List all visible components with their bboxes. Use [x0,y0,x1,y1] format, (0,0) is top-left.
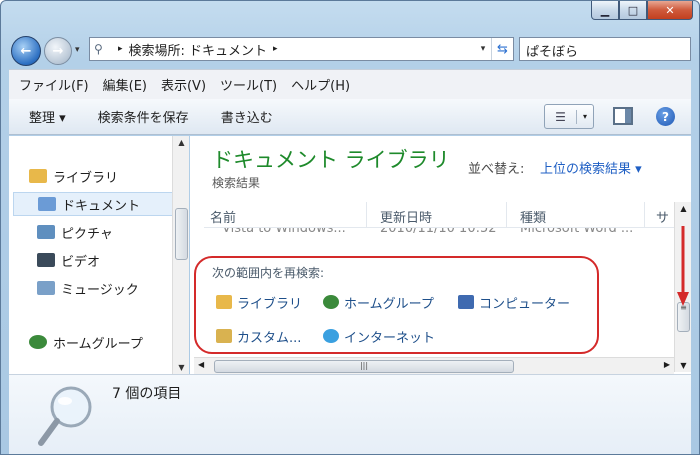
details-pane: 7 個の項目 [9,374,691,454]
help-icon[interactable]: ? [656,107,675,126]
forward-arrow-icon: → [52,43,64,59]
homegroup-icon [29,335,47,349]
cell-date: 2010/11/10 10:52 [380,228,497,236]
sidebar-item-label: ドキュメント [62,198,141,214]
refresh-icon[interactable]: ⇆ [491,38,513,60]
documents-icon [38,197,56,211]
library-icon [216,295,232,309]
address-dropdown-icon[interactable]: ▾ [475,44,491,54]
view-dropdown-icon[interactable]: ▾ [577,112,593,121]
research-homegroup-link[interactable]: ホームグループ [323,292,434,312]
content-pane: ドキュメント ライブラリ 検索結果 並べ替え: 上位の検索結果 ▾ 名前 更新日… [190,136,691,374]
close-button[interactable]: ✕ [647,1,693,20]
sort-dropdown[interactable]: 上位の検索結果 ▾ [540,158,642,177]
scroll-right-icon[interactable]: ▶ [664,360,670,369]
recent-pages-dropdown[interactable]: ▾ [75,45,80,55]
back-button[interactable]: ← [11,36,41,66]
annotation-arrow-icon [677,226,689,306]
research-item-label: インターネット [344,330,436,346]
sidebar-item-label: ピクチャ [61,226,113,242]
item-count: 7 個の項目 [112,386,182,402]
custom-folder-icon [216,329,232,343]
sidebar-item-label: ビデオ [61,254,101,270]
library-subtitle: 検索結果 [212,176,261,190]
address-bar[interactable]: ⚲ ▸ 検索場所: ドキュメント ▸ ▾ ⇆ [89,37,514,61]
column-headers: 名前 更新日時 種類 サ [204,202,674,228]
library-icon [29,169,47,183]
horizontal-scrollbar[interactable]: ◀ ||| ▶ [194,357,674,374]
scroll-up-icon[interactable]: ▲ [675,204,692,213]
window-controls: ▁ □ ✕ [591,1,693,20]
menu-bar: ファイル(F) 編集(E) 表示(V) ツール(T) ヘルプ(H) [9,69,691,99]
research-item-label: コンピューター [479,296,571,312]
horizontal-scroll-thumb[interactable]: ||| [214,360,514,373]
cell-type: Microsoft Word ... [520,228,634,236]
nav-scroll-thumb[interactable] [175,208,188,260]
pictures-icon [37,225,55,239]
library-title: ドキュメント ライブラリ [212,148,450,172]
preview-pane-icon[interactable] [613,107,633,125]
column-type[interactable]: 種類 [520,207,546,226]
scroll-left-icon[interactable]: ◀ [198,360,204,369]
sidebar-item-libraries[interactable]: ライブラリ [29,164,193,188]
burn-button[interactable]: 書き込む [221,107,273,126]
breadcrumb-separator-icon[interactable]: ▸ [118,44,123,54]
internet-explorer-icon [323,329,339,343]
forward-button[interactable]: → [44,37,72,65]
table-row[interactable]: Vista to Windows... 2010/11/10 10:52 Mic… [204,228,674,240]
search-input[interactable]: ぱそぼら [519,37,691,61]
sidebar-item-documents[interactable]: ドキュメント [13,192,177,216]
search-location-icon: ⚲ [94,42,103,56]
menu-edit[interactable]: 編集(E) [103,75,147,94]
column-name[interactable]: 名前 [210,207,236,226]
menu-file[interactable]: ファイル(F) [19,75,89,94]
menu-view[interactable]: 表示(V) [161,75,206,94]
research-item-label: ホームグループ [344,296,434,312]
scroll-up-icon[interactable]: ▲ [173,138,190,147]
nav-scrollbar[interactable]: ▲ ▼ [172,136,189,374]
sidebar-item-label: ミュージック [61,282,139,298]
column-date-modified[interactable]: 更新日時 [380,207,432,226]
homegroup-icon [323,295,339,309]
sidebar-item-homegroup[interactable]: ホームグループ [29,330,193,354]
research-internet-link[interactable]: インターネット [323,326,435,346]
music-icon [37,281,55,295]
menu-tools[interactable]: ツール(T) [220,75,277,94]
scroll-down-icon[interactable]: ▼ [675,361,692,370]
back-arrow-icon: ← [20,43,32,59]
computer-icon [458,295,474,309]
scroll-down-icon[interactable]: ▼ [173,363,190,372]
menu-help[interactable]: ヘルプ(H) [291,75,350,94]
research-label: 次の範囲内を再検索: [212,266,325,280]
research-custom-link[interactable]: カスタム... [216,326,301,346]
sort-label: 並べ替え: [468,162,525,177]
breadcrumb-location[interactable]: 検索場所: ドキュメント [129,40,268,59]
details-view-icon[interactable]: ☰ [545,109,577,124]
research-item-label: ライブラリ [237,296,303,312]
video-icon [37,253,55,267]
column-size[interactable]: サ [656,207,669,226]
sidebar-item-label: ホームグループ [53,336,143,352]
cell-name: Vista to Windows... [222,228,346,236]
research-computer-link[interactable]: コンピューター [458,292,570,312]
research-item-label: カスタム... [237,330,302,346]
breadcrumb-chevron-icon[interactable]: ▸ [273,44,278,54]
organize-button[interactable]: 整理 ▾ [29,107,66,126]
search-magnifier-icon [38,386,92,446]
change-view-button[interactable]: ☰ ▾ [544,104,594,129]
navigation-pane: ライブラリ ドキュメント ピクチャ ビデオ ミュージック ホームグループ ▲ ▼ [9,136,189,374]
explorer-window: ▁ □ ✕ ← → ▾ ⚲ ▸ 検索場所: ドキュメント ▸ ▾ ⇆ ぱそぼら … [0,0,700,455]
research-libraries-link[interactable]: ライブラリ [216,292,302,312]
sidebar-item-label: ライブラリ [53,170,119,186]
minimize-button[interactable]: ▁ [591,1,619,20]
save-search-button[interactable]: 検索条件を保存 [98,107,189,126]
maximize-button[interactable]: □ [619,1,647,20]
